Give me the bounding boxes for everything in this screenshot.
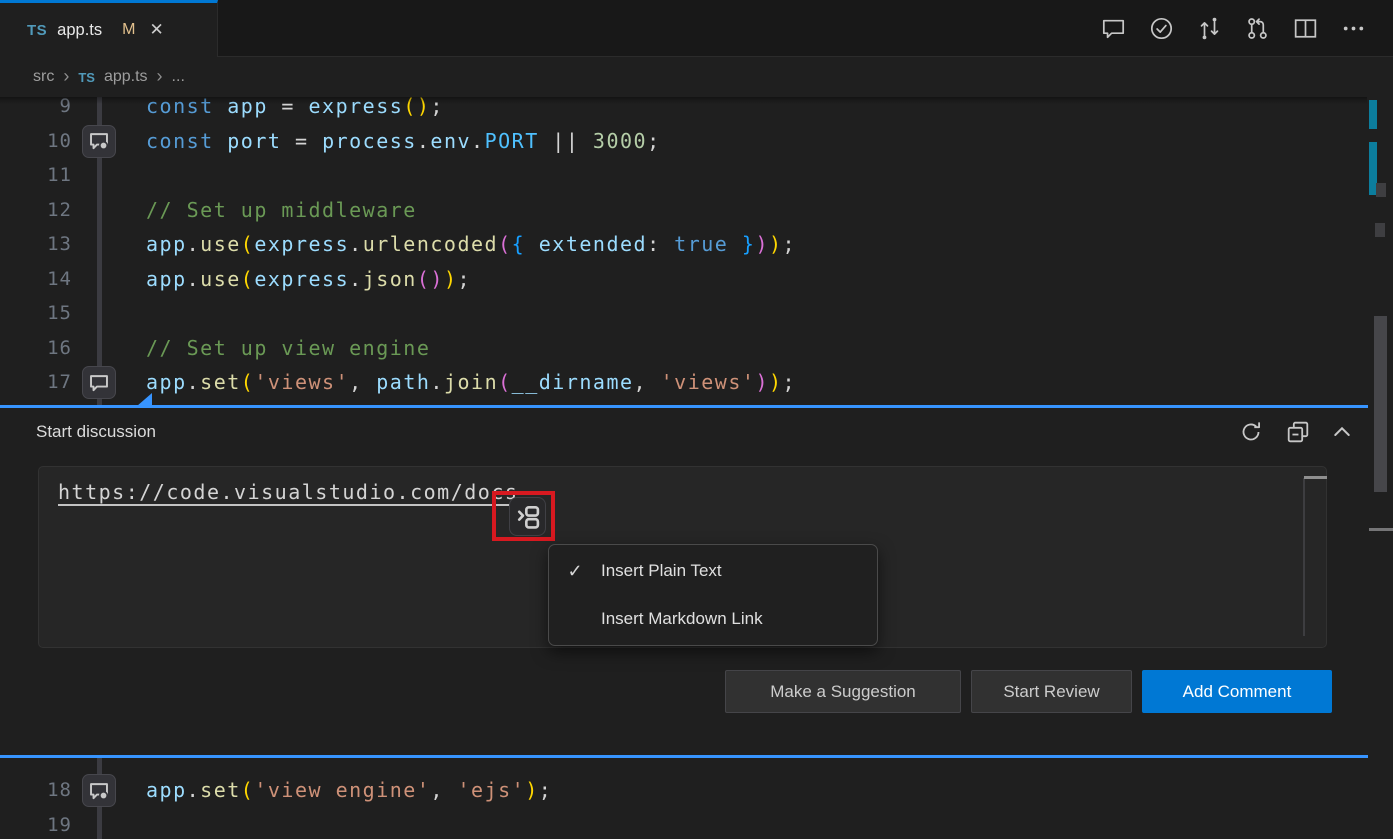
- paste-widget-icon: [514, 502, 542, 532]
- typescript-file-icon: TS: [78, 70, 95, 85]
- tab-app-ts[interactable]: TS app.ts M ✕: [0, 0, 218, 57]
- request-changes-icon[interactable]: [1197, 16, 1222, 41]
- comment-thread-icon[interactable]: [82, 125, 116, 158]
- pull-request-icon[interactable]: [1245, 16, 1270, 41]
- more-actions-icon[interactable]: [1341, 16, 1366, 41]
- comment-input-scrollbar-thumb[interactable]: [1304, 476, 1327, 479]
- breadcrumb-file[interactable]: app.ts: [104, 68, 148, 86]
- line-number: 13: [0, 227, 72, 262]
- comment-input-link[interactable]: https://code.visualstudio.com/docs: [58, 478, 518, 506]
- line-number: 10: [0, 124, 72, 159]
- code-line-19: 19: [0, 808, 1367, 839]
- chevron-right-icon: ›: [157, 66, 163, 87]
- menu-item-label: Insert Plain Text: [601, 561, 722, 581]
- menu-item-insert-plain-text[interactable]: ✓ Insert Plain Text: [549, 547, 877, 595]
- code-line-13: 13 app.use(express.urlencoded({ extended:…: [0, 227, 1367, 262]
- editor-actions: [1101, 0, 1393, 57]
- comment-widget-bottom-border: [0, 755, 1368, 758]
- menu-item-insert-markdown-link[interactable]: Insert Markdown Link: [549, 595, 877, 643]
- overview-ruler-cursor-mark: [1369, 528, 1393, 531]
- check-icon: ✓: [549, 561, 601, 582]
- collapse-all-icon[interactable]: [1285, 419, 1310, 444]
- refresh-icon[interactable]: [1238, 419, 1263, 444]
- line-number: 19: [0, 808, 72, 839]
- comment-widget-title: Start discussion: [36, 419, 156, 445]
- make-suggestion-button[interactable]: Make a Suggestion: [725, 670, 961, 713]
- code-text: const port = process.env.PORT || 3000;: [146, 124, 661, 159]
- comment-icon[interactable]: [1101, 16, 1126, 41]
- code-line-14: 14 app.use(express.json());: [0, 262, 1367, 297]
- overview-ruler-comment-mark: [1376, 183, 1386, 197]
- chevron-right-icon: ›: [63, 66, 69, 87]
- code-text: app.use(express.json());: [146, 262, 471, 297]
- code-text: // Set up view engine: [146, 331, 430, 366]
- editor-scrollbar-thumb[interactable]: [1374, 316, 1387, 492]
- line-number: 12: [0, 193, 72, 228]
- vscode-editor-window: 9const app = express();10const port = pr…: [0, 0, 1393, 839]
- line-number: 16: [0, 331, 72, 366]
- menu-item-label: Insert Markdown Link: [601, 609, 763, 629]
- code-line-16: 16 // Set up view engine: [0, 331, 1367, 366]
- close-tab-icon[interactable]: ✕: [149, 20, 163, 40]
- add-comment-icon[interactable]: [82, 366, 116, 399]
- overview-ruler-modified-mark: [1369, 100, 1377, 129]
- breadcrumb-symbol[interactable]: ...: [172, 68, 185, 86]
- code-line-12: 12 // Set up middleware: [0, 193, 1367, 228]
- paste-options-button[interactable]: [509, 497, 546, 536]
- overview-ruler-comment-mark: [1375, 223, 1385, 237]
- comment-thread-icon[interactable]: [82, 774, 116, 807]
- comment-input-scrollbar[interactable]: [1303, 478, 1305, 636]
- code-line-11: 11: [0, 158, 1367, 193]
- check-circle-icon[interactable]: [1149, 16, 1174, 41]
- code-text: app.set('views', path.join(__dirname, 'v…: [146, 365, 796, 400]
- code-text: // Set up middleware: [146, 193, 417, 228]
- line-number: 17: [0, 365, 72, 400]
- start-review-button[interactable]: Start Review: [971, 670, 1132, 713]
- code-text: app.use(express.urlencoded({ extended: t…: [146, 227, 796, 262]
- line-number: 15: [0, 296, 72, 331]
- modified-badge: M: [122, 21, 135, 39]
- code-line-18: 18 app.set('view engine', 'ejs');: [0, 773, 1367, 808]
- line-number: 11: [0, 158, 72, 193]
- tab-bar: TS app.ts M ✕: [0, 0, 1393, 57]
- line-number: 18: [0, 773, 72, 808]
- line-number: 14: [0, 262, 72, 297]
- add-comment-button[interactable]: Add Comment: [1142, 670, 1332, 713]
- code-line-17: 17 app.set('views', path.join(__dirname, …: [0, 365, 1367, 400]
- breadcrumb-folder[interactable]: src: [33, 68, 54, 86]
- typescript-file-icon: TS: [27, 22, 47, 39]
- chevron-up-icon[interactable]: [1329, 419, 1354, 444]
- comment-widget-top-border: [0, 405, 1368, 408]
- tab-label: app.ts: [57, 21, 102, 40]
- breadcrumb: src › TS app.ts › ...: [0, 57, 1367, 97]
- code-text: app.set('view engine', 'ejs');: [146, 773, 552, 808]
- paste-options-menu: ✓ Insert Plain Text Insert Markdown Link: [548, 544, 878, 646]
- code-line-15: 15: [0, 296, 1367, 331]
- scroll-shadow: [0, 97, 1367, 104]
- code-line-10: 10 const port = process.env.PORT || 3000;: [0, 124, 1367, 159]
- split-editor-icon[interactable]: [1293, 16, 1318, 41]
